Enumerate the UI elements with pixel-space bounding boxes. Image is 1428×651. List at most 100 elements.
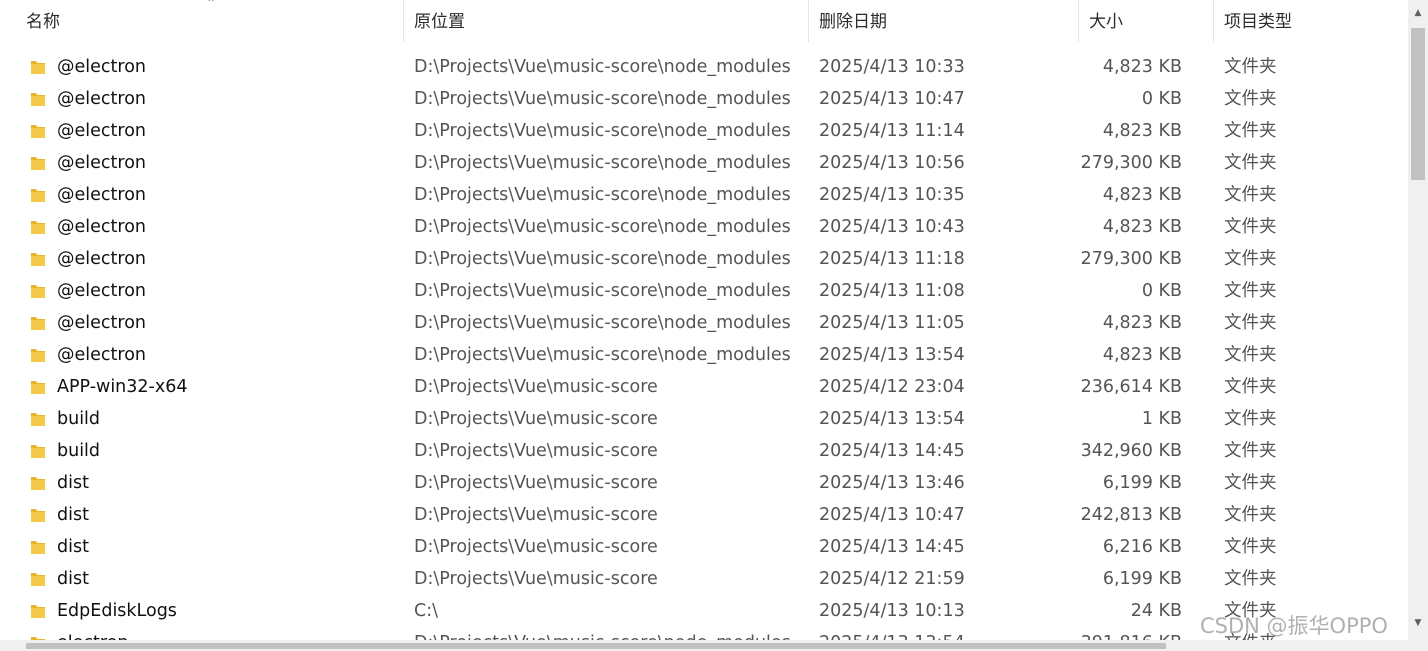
file-list-row[interactable]: dist D:\Projects\Vue\music-score 2025/4/13… xyxy=(0,467,1408,499)
item-name: @electron xyxy=(57,217,146,237)
file-list-row[interactable]: APP-win32-x64 D:\Projects\Vue\music-score… xyxy=(0,371,1408,403)
item-name: dist xyxy=(57,537,89,557)
column-header-location[interactable]: 原位置 xyxy=(404,0,809,42)
item-size: 4,823 KB xyxy=(1102,217,1182,237)
item-name: build xyxy=(57,441,101,461)
item-name: @electron xyxy=(57,89,146,109)
scroll-up-icon[interactable]: ▲ xyxy=(1408,6,1428,20)
item-delete-date: 2025/4/13 10:43 xyxy=(819,217,965,237)
folder-icon xyxy=(31,381,45,394)
file-list-row[interactable]: @electron D:\Projects\Vue\music-score\nod… xyxy=(0,179,1408,211)
item-name: @electron xyxy=(57,281,146,301)
item-size: 4,823 KB xyxy=(1102,313,1182,333)
folder-icon xyxy=(31,157,45,170)
item-type: 文件夹 xyxy=(1224,281,1277,301)
folder-icon xyxy=(31,605,45,618)
file-list-row[interactable]: dist D:\Projects\Vue\music-score 2025/4/13… xyxy=(0,531,1408,563)
item-size: 4,823 KB xyxy=(1102,57,1182,77)
item-type: 文件夹 xyxy=(1224,153,1277,173)
item-size: 24 KB xyxy=(1130,601,1182,621)
item-delete-date: 2025/4/13 11:14 xyxy=(819,121,965,141)
column-header-delete-date[interactable]: 删除日期 xyxy=(809,0,1079,42)
horizontal-scrollbar[interactable] xyxy=(0,640,1428,651)
folder-icon xyxy=(31,573,45,586)
file-list-row[interactable]: @electron D:\Projects\Vue\music-score\nod… xyxy=(0,211,1408,243)
item-type: 文件夹 xyxy=(1224,249,1277,269)
item-size: 279,300 KB xyxy=(1080,249,1182,269)
item-original-location: D:\Projects\Vue\music-score xyxy=(414,505,658,525)
item-name: dist xyxy=(57,569,89,589)
item-type: 文件夹 xyxy=(1224,313,1277,333)
item-original-location: D:\Projects\Vue\music-score\node_modules xyxy=(414,153,791,173)
item-original-location: D:\Projects\Vue\music-score\node_modules xyxy=(414,249,791,269)
item-original-location: D:\Projects\Vue\music-score\node_modules xyxy=(414,57,791,77)
file-list-row[interactable]: @electron D:\Projects\Vue\music-score\nod… xyxy=(0,115,1408,147)
file-list-row[interactable]: build D:\Projects\Vue\music-score 2025/4/1… xyxy=(0,403,1408,435)
item-type: 文件夹 xyxy=(1224,409,1277,429)
item-type: 文件夹 xyxy=(1224,537,1277,557)
item-delete-date: 2025/4/13 10:47 xyxy=(819,505,965,525)
item-original-location: D:\Projects\Vue\music-score xyxy=(414,569,658,589)
file-list-row[interactable]: @electron D:\Projects\Vue\music-score\nod… xyxy=(0,147,1408,179)
file-list-row[interactable]: dist D:\Projects\Vue\music-score 2025/4/13… xyxy=(0,499,1408,531)
item-delete-date: 2025/4/13 13:46 xyxy=(819,473,965,493)
item-original-location: D:\Projects\Vue\music-score xyxy=(414,441,658,461)
item-type: 文件夹 xyxy=(1224,473,1277,493)
vertical-scroll-thumb[interactable] xyxy=(1411,28,1425,180)
file-list-row[interactable]: build D:\Projects\Vue\music-score 2025/4/1… xyxy=(0,435,1408,467)
folder-icon xyxy=(31,541,45,554)
item-type: 文件夹 xyxy=(1224,505,1277,525)
file-list-row[interactable]: @electron D:\Projects\Vue\music-score\nod… xyxy=(0,275,1408,307)
item-size: 0 KB xyxy=(1141,281,1182,301)
item-size: 236,614 KB xyxy=(1080,377,1182,397)
file-list-row[interactable]: @electron D:\Projects\Vue\music-score\nod… xyxy=(0,339,1408,371)
item-original-location: D:\Projects\Vue\music-score xyxy=(414,377,658,397)
item-original-location: D:\Projects\Vue\music-score\node_modules xyxy=(414,313,791,333)
item-size: 279,300 KB xyxy=(1080,153,1182,173)
item-size: 6,199 KB xyxy=(1102,569,1182,589)
item-delete-date: 2025/4/13 11:18 xyxy=(819,249,965,269)
folder-icon xyxy=(31,509,45,522)
column-header-bar: 名称 ⌃ 原位置 删除日期 大小 项目类型 xyxy=(0,0,1408,44)
item-type: 文件夹 xyxy=(1224,441,1277,461)
item-delete-date: 2025/4/13 10:13 xyxy=(819,601,965,621)
item-size: 242,813 KB xyxy=(1080,505,1182,525)
item-original-location: D:\Projects\Vue\music-score\node_modules xyxy=(414,281,791,301)
item-size: 4,823 KB xyxy=(1102,121,1182,141)
sort-ascending-icon: ⌃ xyxy=(205,0,217,10)
folder-icon xyxy=(31,253,45,266)
item-name: dist xyxy=(57,505,89,525)
item-type: 文件夹 xyxy=(1224,217,1277,237)
column-header-item-type[interactable]: 项目类型 xyxy=(1214,0,1408,42)
column-header-size[interactable]: 大小 xyxy=(1079,0,1214,42)
folder-icon xyxy=(31,349,45,362)
folder-icon xyxy=(31,413,45,426)
item-original-location: D:\Projects\Vue\music-score\node_modules xyxy=(414,217,791,237)
item-name: EdpEdiskLogs xyxy=(57,601,177,621)
folder-icon xyxy=(31,477,45,490)
scroll-down-icon[interactable]: ▼ xyxy=(1408,616,1428,630)
item-delete-date: 2025/4/13 14:45 xyxy=(819,537,965,557)
item-delete-date: 2025/4/13 13:54 xyxy=(819,409,965,429)
folder-icon xyxy=(31,93,45,106)
item-name: @electron xyxy=(57,57,146,77)
item-delete-date: 2025/4/13 10:47 xyxy=(819,89,965,109)
item-delete-date: 2025/4/13 10:56 xyxy=(819,153,965,173)
folder-icon xyxy=(31,445,45,458)
item-type: 文件夹 xyxy=(1224,121,1277,141)
folder-icon xyxy=(31,285,45,298)
file-list-row[interactable]: @electron D:\Projects\Vue\music-score\nod… xyxy=(0,51,1408,83)
item-original-location: D:\Projects\Vue\music-score\node_modules xyxy=(414,185,791,205)
file-list-row[interactable]: @electron D:\Projects\Vue\music-score\nod… xyxy=(0,243,1408,275)
file-list-row[interactable]: @electron D:\Projects\Vue\music-score\nod… xyxy=(0,307,1408,339)
watermark: CSDN @振华OPPO xyxy=(1200,614,1388,638)
item-delete-date: 2025/4/12 21:59 xyxy=(819,569,965,589)
item-name: @electron xyxy=(57,185,146,205)
item-name: build xyxy=(57,409,101,429)
file-list-row[interactable]: @electron D:\Projects\Vue\music-score\nod… xyxy=(0,83,1408,115)
file-list-row[interactable]: dist D:\Projects\Vue\music-score 2025/4/12… xyxy=(0,563,1408,595)
item-type: 文件夹 xyxy=(1224,345,1277,365)
vertical-scrollbar[interactable]: ▲ ▼ xyxy=(1408,0,1428,640)
file-list-row[interactable]: EdpEdiskLogs C:\ 2025/4/13 10:13 24 KB 文件夹 xyxy=(0,595,1408,627)
horizontal-scroll-thumb[interactable] xyxy=(26,643,1166,649)
